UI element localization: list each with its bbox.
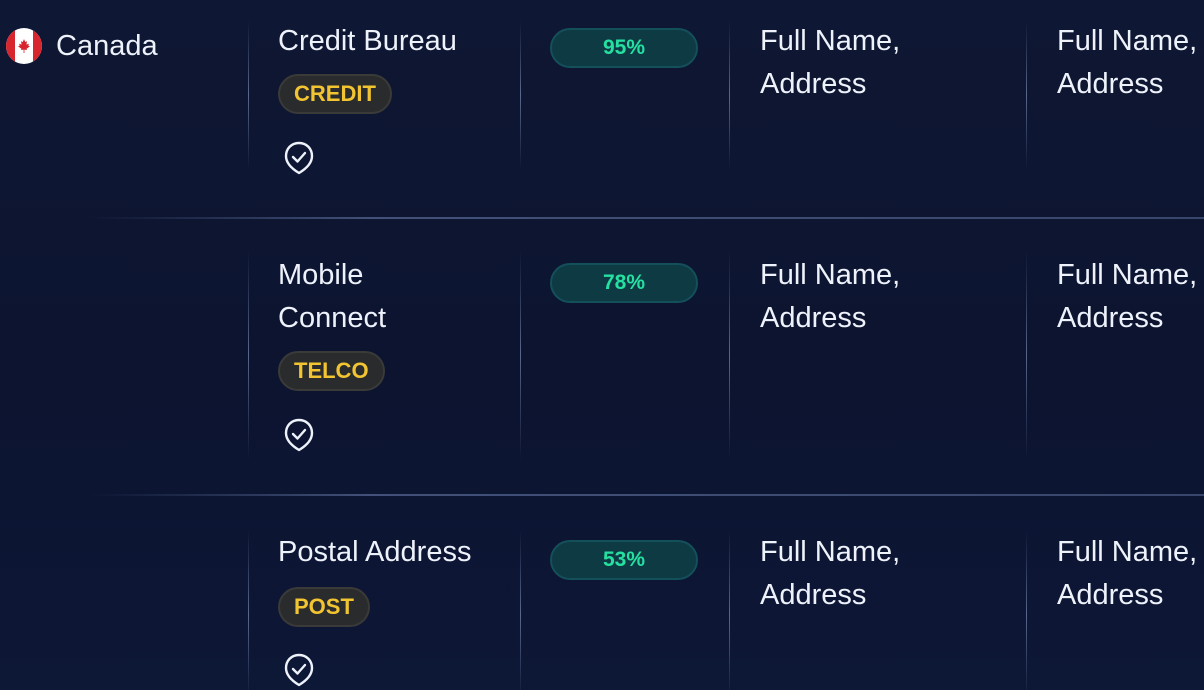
returned-fields: Full Name, Address [1057,259,1198,334]
verified-check-icon [284,418,314,452]
matched-fields: Full Name, Address [760,259,901,334]
table-row: Mobile Connect TELCO 78% Full Name, Addr… [0,230,1204,495]
match-percent-badge: 95% [550,28,698,68]
verified-check-icon [284,141,314,175]
verified-check-icon [284,653,314,687]
source-name: Mobile Connect [278,259,387,334]
matched-fields: Full Name, Address [760,536,901,611]
category-tag: CREDIT [278,74,392,114]
source-name: Credit Bureau [278,25,457,57]
row-divider [90,494,1204,496]
verification-sources-table: Canada Credit Bureau CREDIT 95% Full Nam… [0,0,1204,690]
matched-fields: Full Name, Address [760,25,901,100]
table-row: Credit Bureau CREDIT 95% Full Name, Addr… [0,0,1204,218]
match-percent-badge: 53% [550,540,698,580]
table-row: Postal Address POST 53% Full Name, Addre… [0,510,1204,690]
row-divider [90,217,1204,219]
returned-fields: Full Name, Address [1057,536,1198,611]
source-name: Postal Address [278,536,472,568]
category-tag: POST [278,587,370,627]
match-percent-badge: 78% [550,263,698,303]
returned-fields: Full Name, Address [1057,25,1198,100]
category-tag: TELCO [278,351,385,391]
